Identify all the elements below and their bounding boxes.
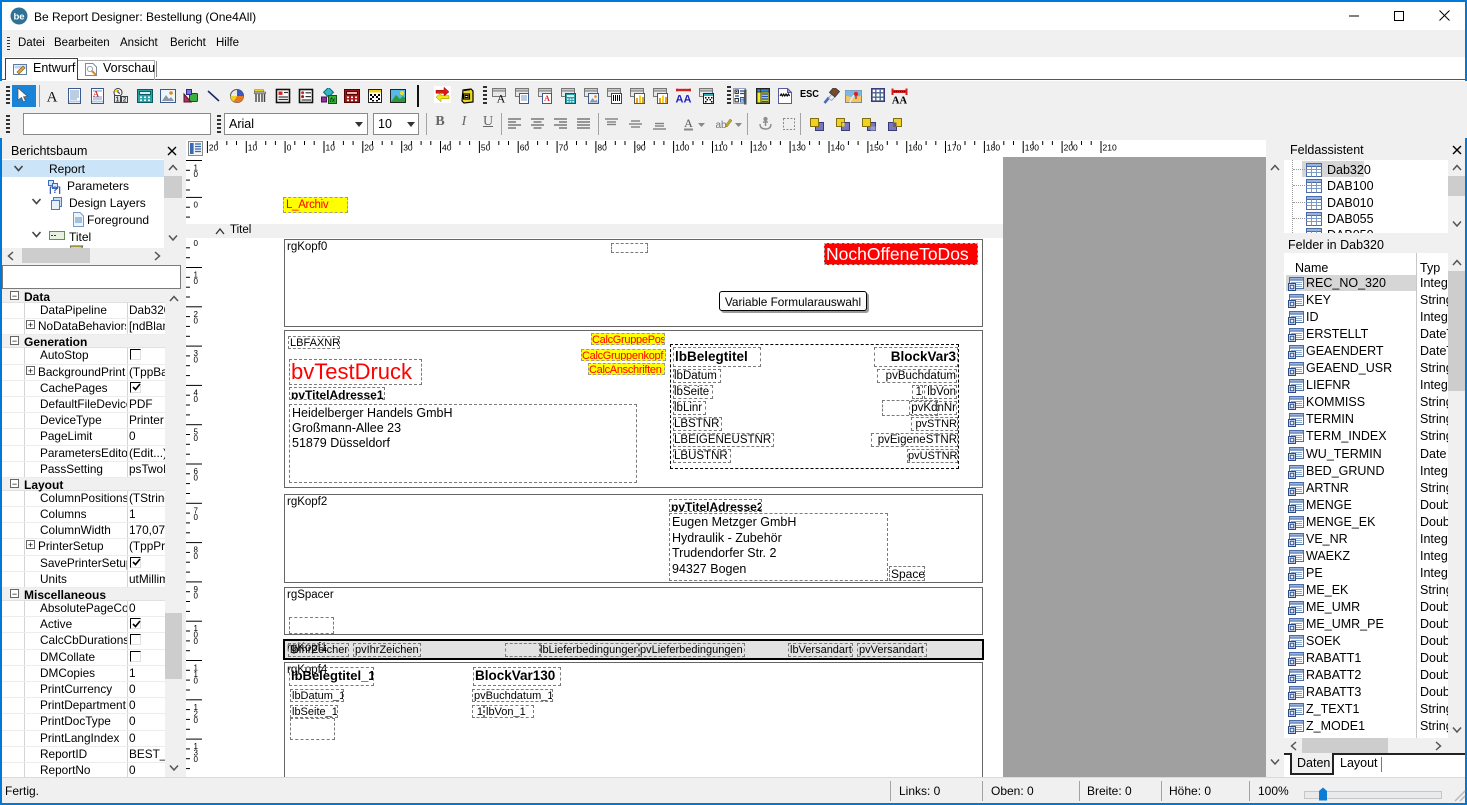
svg-text:A: A [497,92,506,105]
svg-text:0: 0 [194,395,199,404]
svg-text:0: 0 [194,677,199,686]
svg-text:0: 0 [194,716,199,725]
svg-text:100: 100 [675,143,689,153]
svg-text:130: 130 [792,143,806,153]
svg-text:0: 0 [194,513,199,522]
svg-text:120: 120 [753,143,767,153]
svg-text:0: 0 [194,200,199,209]
svg-text:AA: AA [892,96,908,105]
svg-text:210: 210 [1103,143,1117,153]
svg-text:140: 140 [831,143,845,153]
svg-text:AA: AA [676,94,692,105]
svg-text:fx: fx [330,97,336,104]
svg-text:0: 0 [194,552,199,561]
svg-text:0: 0 [194,239,199,248]
svg-text:A: A [544,94,550,103]
svg-text:0: 0 [194,316,199,325]
svg-text:be: be [13,12,24,23]
svg-text:170: 170 [947,143,961,153]
svg-text:A: A [47,90,58,105]
svg-text:0: 0 [194,755,199,764]
svg-text:160: 160 [908,143,922,153]
svg-text:110: 110 [714,143,728,153]
svg-text:1: 1 [116,97,120,104]
svg-text:A: A [684,116,693,130]
svg-text:0: 0 [194,277,199,286]
svg-text:0: 0 [194,637,199,646]
svg-text:150: 150 [869,143,883,153]
svg-text:A: A [93,90,99,99]
svg-text:190: 190 [1025,143,1039,153]
svg-text:200: 200 [1064,143,1078,153]
svg-text:0: 0 [194,434,199,443]
svg-text:0: 0 [194,170,199,179]
svg-text:0: 0 [194,474,199,483]
svg-text:0: 0 [194,356,199,365]
svg-text:[?]: [?] [49,185,61,194]
svg-text:0: 0 [194,591,199,600]
svg-text:0: 0 [287,143,292,153]
svg-text:180: 180 [986,143,1000,153]
